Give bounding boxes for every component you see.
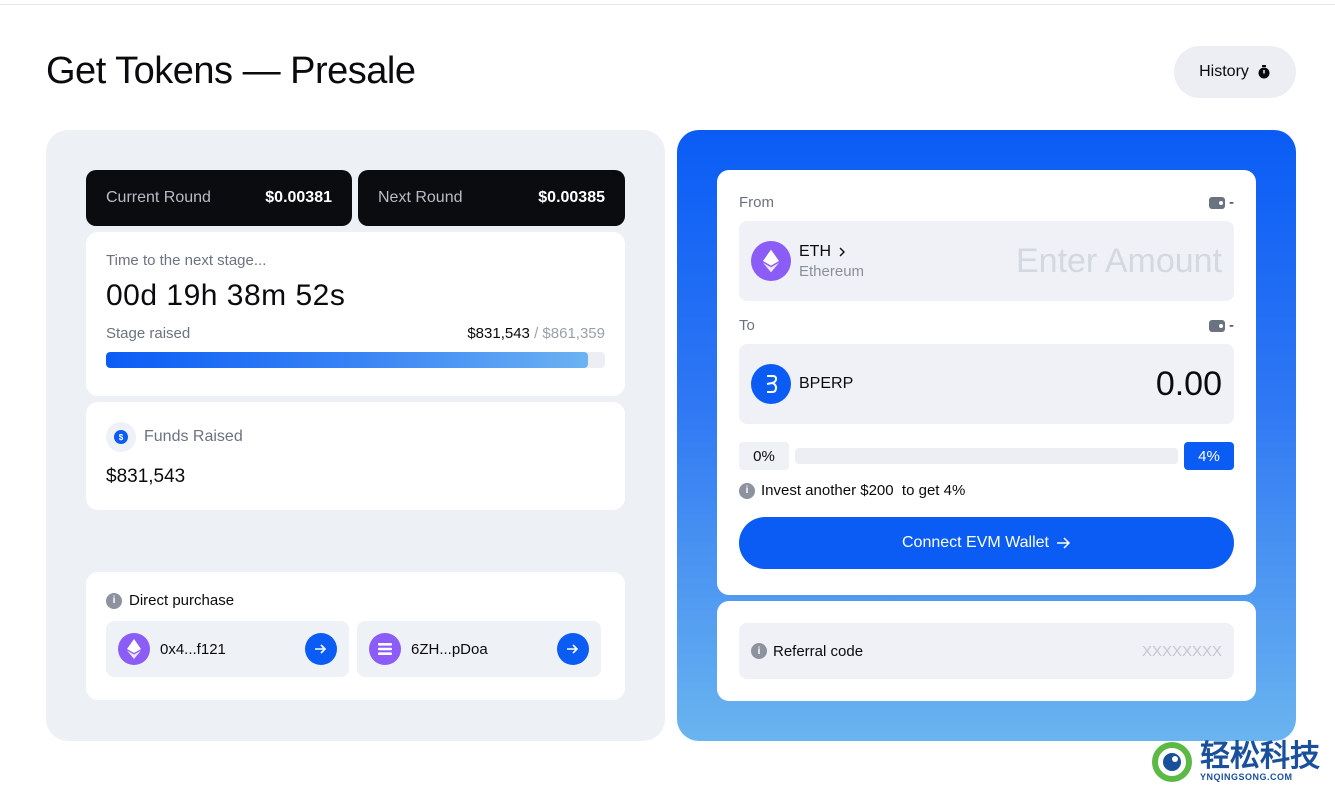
- countdown-timer: 00d 19h 38m 52s: [106, 279, 346, 312]
- watermark-logo: 轻松科技 YNQINGSONG.COM: [1150, 738, 1335, 785]
- current-round-label: Current Round: [106, 189, 211, 206]
- next-round-label: Next Round: [378, 189, 463, 206]
- funds-raised-card: $ Funds Raised $831,543: [86, 402, 625, 510]
- direct-purchase-label: Direct purchase: [129, 592, 235, 609]
- chevron-right-icon: [839, 247, 845, 256]
- connect-wallet-button[interactable]: Connect EVM Wallet: [739, 517, 1234, 569]
- from-label: From: [739, 194, 774, 211]
- eth-address-arrow-button[interactable]: [305, 633, 337, 665]
- funds-raised-label: Funds Raised: [144, 428, 243, 445]
- referral-box: i Referral code: [739, 623, 1234, 679]
- next-round-card: Next Round $0.00385: [358, 170, 625, 226]
- referral-code-input[interactable]: [1042, 642, 1222, 660]
- sol-address-text: 6ZH...pDoa: [411, 640, 488, 658]
- dollar-coin-icon: $: [106, 422, 136, 452]
- history-label: History: [1199, 63, 1249, 80]
- direct-purchase-card: i Direct purchase 0x4...f121 6ZH...pDoa: [86, 572, 625, 700]
- stopwatch-icon: [1257, 65, 1271, 79]
- direct-purchase-header: i Direct purchase: [106, 592, 605, 609]
- stage-raised-values: $831,543 / $861,359: [467, 325, 605, 342]
- watermark-text: 轻松科技 YNQINGSONG.COM: [1200, 738, 1320, 782]
- ethereum-icon: [118, 633, 150, 665]
- arrow-right-icon: [1057, 537, 1071, 549]
- stage-raised-label: Stage raised: [106, 325, 191, 342]
- top-divider: [0, 4, 1335, 5]
- to-token-name: BPERP: [799, 375, 854, 392]
- eth-address-item[interactable]: 0x4...f121: [106, 621, 349, 677]
- stage-progress-fill: [106, 352, 588, 368]
- stage-raised-row: Stage raised $831,543 / $861,359: [106, 325, 605, 342]
- from-balance: -: [1209, 194, 1234, 211]
- solana-icon: [369, 633, 401, 665]
- to-label: To: [739, 317, 755, 334]
- stage-timer-card: Time to the next stage... 00d 19h 38m 52…: [86, 232, 625, 396]
- stage-target-amount: $861,359: [542, 325, 605, 342]
- from-token-network: Ethereum: [799, 262, 865, 280]
- info-icon: i: [739, 482, 755, 499]
- from-token-selector[interactable]: ETH Ethereum: [799, 243, 864, 280]
- magnifier-logo-icon: [1152, 741, 1192, 782]
- stage-raised-amount: $831,543: [467, 325, 530, 342]
- to-balance: -: [1209, 317, 1234, 334]
- next-round-price: $0.00385: [538, 189, 605, 206]
- to-row-label: To -: [739, 317, 1234, 334]
- amount-input[interactable]: [972, 241, 1222, 281]
- from-token-symbol: ETH: [799, 242, 831, 260]
- invest-note: i Invest another $200 to get 4%: [739, 482, 1234, 499]
- direct-purchase-addresses: 0x4...f121 6ZH...pDoa: [106, 621, 605, 677]
- bonus-progress-bar: [795, 448, 1178, 464]
- sol-address-arrow-button[interactable]: [557, 633, 589, 665]
- presale-info-panel: Current Round $0.00381 Next Round $0.003…: [46, 130, 665, 741]
- bonus-end-badge: 4%: [1184, 442, 1234, 470]
- eth-address-text: 0x4...f121: [160, 640, 226, 658]
- watermark-en: YNQINGSONG.COM: [1200, 771, 1293, 782]
- from-token-box: ETH Ethereum: [739, 221, 1234, 301]
- from-balance-value: -: [1229, 194, 1234, 211]
- referral-label: Referral code: [773, 642, 864, 660]
- wallet-icon: [1209, 196, 1225, 209]
- stage-separator: /: [529, 325, 543, 342]
- to-balance-value: -: [1229, 317, 1234, 334]
- sol-address-item[interactable]: 6ZH...pDoa: [357, 621, 601, 677]
- funds-raised-value: $831,543: [106, 466, 186, 487]
- watermark-cn: 轻松科技: [1200, 738, 1320, 774]
- info-icon: i: [751, 643, 767, 659]
- history-button[interactable]: History: [1174, 46, 1296, 98]
- swap-card: From - ETH Ethereum To - BPERP: [717, 170, 1256, 595]
- current-round-price: $0.00381: [265, 189, 332, 206]
- stage-progress-bar: [106, 352, 605, 368]
- to-amount-output: 0.00: [1155, 364, 1222, 403]
- swap-panel: From - ETH Ethereum To - BPERP: [677, 130, 1296, 741]
- timer-caption: Time to the next stage...: [106, 252, 267, 269]
- info-icon: i: [106, 592, 122, 609]
- from-row-label: From -: [739, 194, 1234, 211]
- funds-raised-header: $ Funds Raised: [106, 422, 605, 452]
- current-round-card: Current Round $0.00381: [86, 170, 352, 226]
- connect-wallet-label: Connect EVM Wallet: [901, 534, 1049, 551]
- bperp-token-icon: [751, 364, 791, 404]
- ethereum-icon: [751, 241, 791, 281]
- from-token-name: ETH: [799, 243, 864, 261]
- to-token-box: BPERP 0.00: [739, 344, 1234, 424]
- wallet-icon: [1209, 319, 1225, 332]
- referral-card: i Referral code: [717, 601, 1256, 701]
- bonus-start-badge: 0%: [739, 442, 789, 470]
- bonus-progress-row: 0% 4%: [739, 442, 1234, 470]
- page-title: Get Tokens — Presale: [46, 50, 416, 92]
- invest-note-text: Invest another $200 to get 4%: [761, 482, 966, 499]
